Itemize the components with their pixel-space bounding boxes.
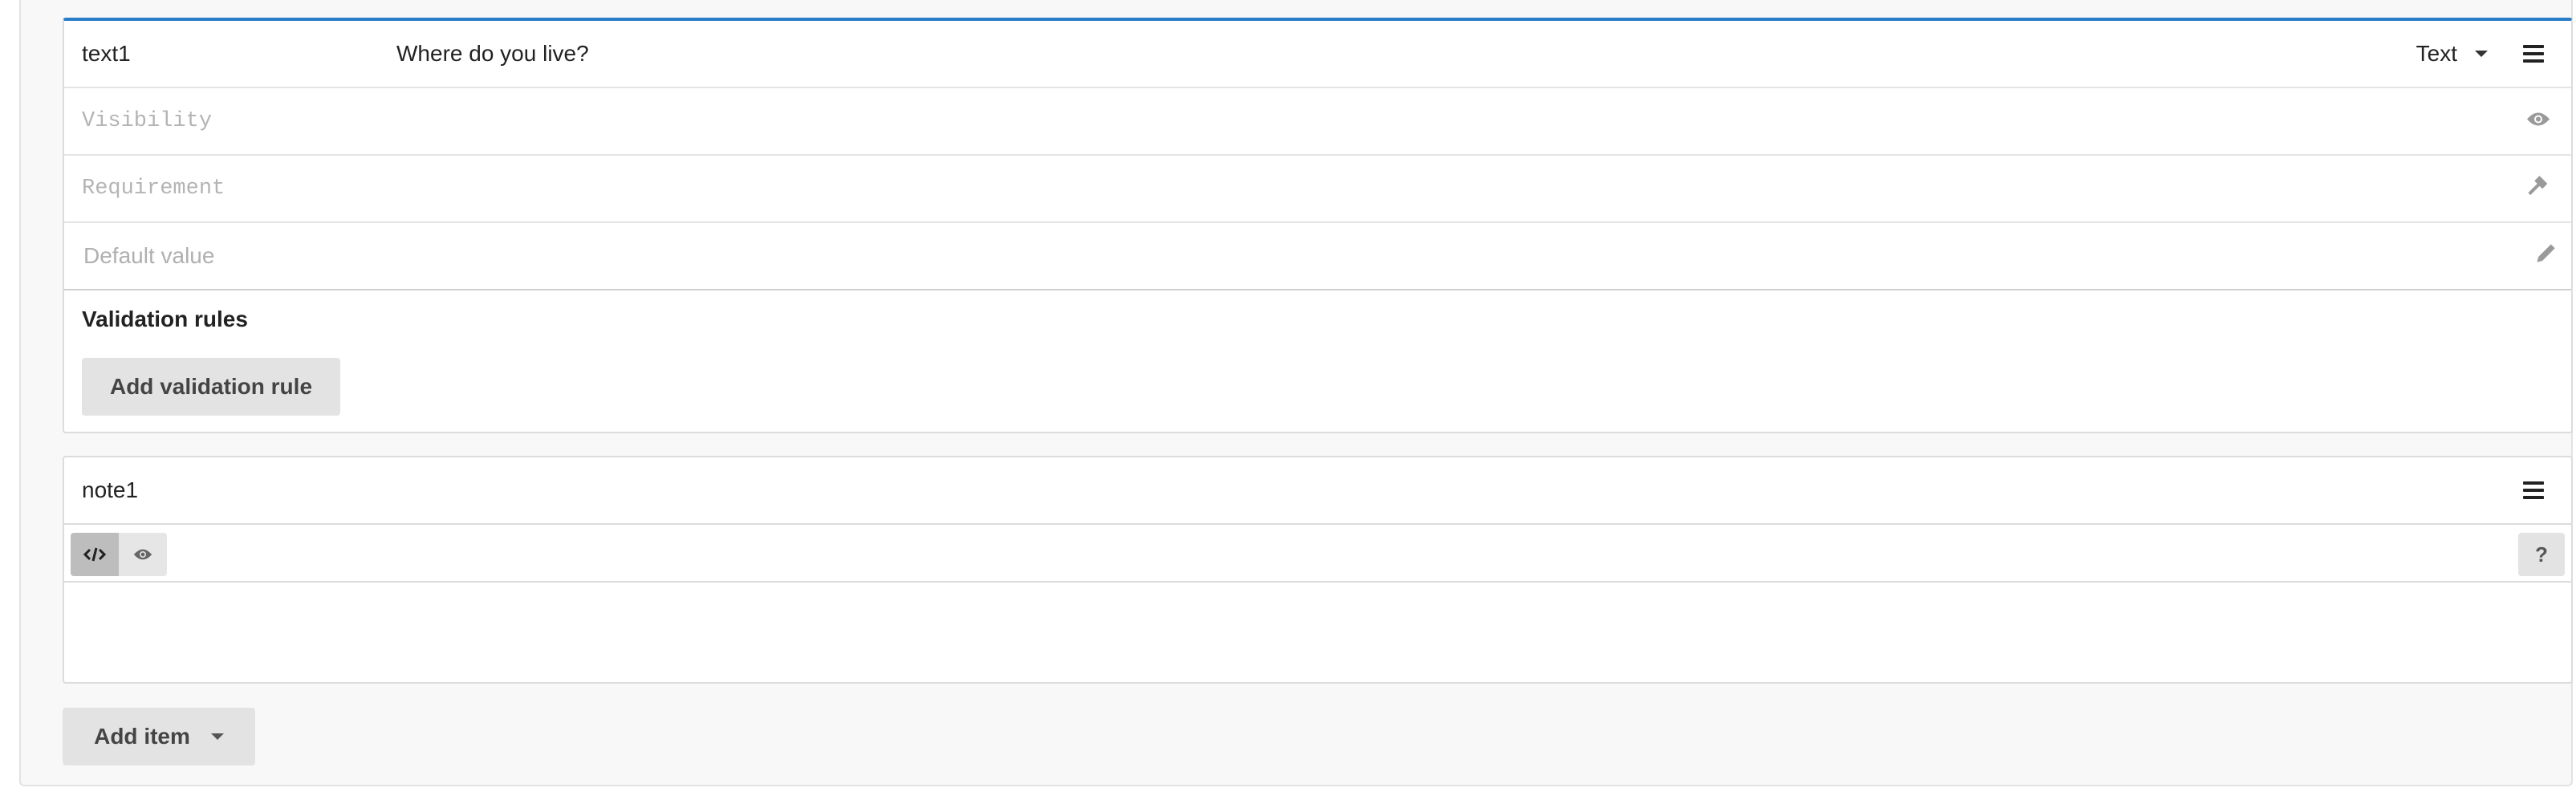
question-name[interactable]: text1: [82, 41, 131, 67]
note-name[interactable]: note1: [82, 477, 138, 503]
requirement-row[interactable]: Requirement: [64, 156, 2571, 223]
code-mode-button[interactable]: [71, 533, 119, 576]
default-value-field[interactable]: Default value: [83, 243, 214, 269]
menu-icon[interactable]: [2523, 45, 2544, 63]
default-value-row[interactable]: Default value: [64, 223, 2571, 290]
chevron-down-icon: [210, 733, 224, 740]
note-header: note1: [64, 457, 2571, 525]
question-card: text1 Where do you live? Text Visibility…: [63, 18, 2573, 433]
eye-icon[interactable]: [2526, 112, 2550, 132]
type-dropdown[interactable]: Text: [2416, 41, 2488, 67]
question-header: text1 Where do you live? Text: [64, 21, 2571, 88]
add-item-button[interactable]: Add item: [63, 708, 255, 765]
gavel-icon[interactable]: [2525, 175, 2549, 203]
visibility-row[interactable]: Visibility: [64, 88, 2571, 156]
survey-editor-panel: text1 Where do you live? Text Visibility…: [19, 0, 2573, 786]
question-title[interactable]: Where do you live?: [396, 41, 589, 67]
note-editor-toolbar: ?: [64, 525, 2571, 583]
help-button[interactable]: ?: [2518, 533, 2565, 576]
pencil-icon[interactable]: [2533, 242, 2557, 270]
eye-icon: [133, 549, 152, 560]
menu-icon[interactable]: [2523, 481, 2544, 499]
validation-heading: Validation rules: [82, 307, 248, 331]
visibility-field[interactable]: Visibility: [82, 109, 212, 133]
type-dropdown-label: Text: [2416, 41, 2457, 66]
note-card: note1 ?: [63, 456, 2573, 684]
chevron-down-icon: [2475, 51, 2488, 57]
add-validation-rule-button[interactable]: Add validation rule: [82, 358, 340, 416]
add-item-label: Add item: [94, 724, 190, 749]
requirement-field[interactable]: Requirement: [82, 177, 225, 201]
code-icon: [83, 547, 106, 562]
note-content-editor[interactable]: [64, 583, 2571, 682]
preview-mode-button[interactable]: [119, 533, 167, 576]
